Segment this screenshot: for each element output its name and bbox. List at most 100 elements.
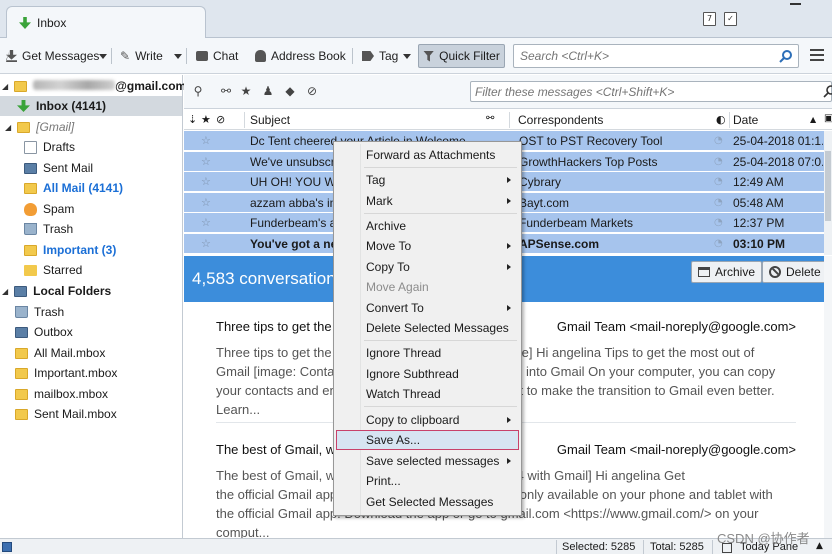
attachment-filter-icon[interactable]: ⊘ (306, 84, 318, 98)
tag-button[interactable]: Tag (362, 46, 412, 66)
collapse-icon[interactable]: ◢ (2, 287, 8, 296)
get-messages-button[interactable]: Get Messages (6, 46, 99, 66)
get-messages-dropdown-icon[interactable] (99, 46, 107, 66)
folder-all-mail[interactable]: All Mail (4141) (24, 178, 123, 198)
menu-icon[interactable] (810, 49, 824, 64)
search-input[interactable] (514, 45, 774, 67)
chat-button[interactable]: Chat (196, 46, 238, 66)
watermark-text: CSDN @协作者 (717, 531, 810, 546)
folder-gmail[interactable]: ◢ [Gmail] (5, 117, 74, 137)
collapse-icon[interactable]: ◢ (5, 123, 11, 132)
menu-item-print[interactable]: Print... (336, 471, 519, 491)
folder-important-mbox[interactable]: Important.mbox (15, 363, 117, 383)
folder-inbox[interactable]: Inbox (4141) (0, 96, 182, 116)
junk-status-icon[interactable]: ◔ (714, 156, 723, 167)
tasks-icon[interactable]: ✓ (724, 12, 737, 26)
correspondents-column-header[interactable]: Correspondents (518, 113, 603, 127)
unread-filter-icon[interactable]: ⚯ (220, 84, 232, 98)
menu-item-tag[interactable]: Tag (336, 170, 519, 190)
summary-from: Gmail Team <mail-noreply@google.com> (556, 319, 796, 334)
conversation-count: 4,583 conversations (192, 269, 345, 288)
chevron-up-icon[interactable]: ▲ (816, 541, 823, 551)
menu-item-watch-thread[interactable]: Watch Thread (336, 384, 519, 404)
junk-status-icon[interactable]: ◔ (714, 217, 723, 228)
folder-important[interactable]: Important (3) (24, 240, 116, 260)
minimize-icon[interactable] (782, 0, 810, 14)
outbox-icon (15, 326, 28, 338)
contact-filter-icon[interactable]: ♟ (262, 84, 274, 98)
selected-count: Selected: 5285 (562, 541, 636, 553)
delete-button[interactable]: Delete (762, 261, 824, 283)
total-count: Total: 5285 (650, 541, 704, 553)
star-icon[interactable]: ☆ (201, 134, 211, 147)
preview-scrollbar[interactable] (824, 256, 832, 538)
folder-drafts[interactable]: Drafts (24, 137, 75, 157)
junk-status-icon[interactable]: ◔ (714, 197, 723, 208)
menu-item-delete-selected[interactable]: Delete Selected Messages (336, 318, 519, 338)
collapse-icon[interactable]: ◢ (2, 82, 8, 91)
menu-item-save-selected[interactable]: Save selected messages (336, 451, 519, 471)
star-icon[interactable]: ☆ (201, 216, 211, 229)
write-dropdown-icon[interactable] (174, 46, 182, 66)
junk-status-icon[interactable]: ◔ (714, 238, 723, 249)
menu-item-copy-to-clipboard[interactable]: Copy to clipboard (336, 410, 519, 430)
address-book-button[interactable]: Address Book (255, 46, 346, 66)
folder-local-trash[interactable]: Trash (15, 302, 64, 322)
star-icon[interactable]: ☆ (201, 196, 211, 209)
quick-filter-button[interactable]: Quick Filter (418, 44, 505, 68)
star-icon[interactable]: ☆ (201, 175, 211, 188)
folder-starred[interactable]: Starred (24, 260, 82, 280)
archive-icon (698, 267, 710, 277)
subject-column-header[interactable]: Subject (250, 113, 290, 127)
star-column-icon[interactable]: ★ (201, 113, 211, 126)
menu-item-archive[interactable]: Archive (336, 216, 519, 236)
menu-item-mark[interactable]: Mark (336, 191, 519, 211)
menu-item-forward-as-attachments[interactable]: Forward as Attachments (336, 145, 519, 165)
read-column-icon[interactable]: ⚯ (486, 113, 494, 124)
menu-item-get-selected[interactable]: Get Selected Messages (336, 492, 519, 512)
search-icon[interactable] (823, 84, 832, 101)
quick-filter-bar: ⚲ ⚯ ★ ♟ ◆ ⊘ (184, 75, 832, 109)
star-icon[interactable]: ☆ (201, 155, 211, 168)
local-folders[interactable]: ◢ Local Folders (2, 281, 111, 301)
filter-input[interactable] (471, 82, 801, 101)
attachment-column-icon[interactable]: ⊘ (216, 113, 225, 126)
folder-sent-mail-mbox[interactable]: Sent Mail.mbox (15, 404, 117, 424)
spam-icon (24, 202, 37, 216)
sent-icon (24, 162, 37, 174)
thread-scrollbar[interactable] (824, 131, 832, 255)
folder-icon (24, 264, 37, 276)
folder-sent-mail[interactable]: Sent Mail (24, 158, 93, 178)
menu-item-ignore-subthread[interactable]: Ignore Subthread (336, 364, 519, 384)
tab-inbox[interactable]: Inbox (6, 6, 206, 39)
archive-button[interactable]: Archive (691, 261, 763, 283)
junk-status-icon[interactable]: ◔ (714, 135, 723, 146)
tag-filter-icon[interactable]: ◆ (284, 84, 296, 98)
junk-column-icon[interactable]: ◐ (716, 113, 726, 126)
star-icon[interactable]: ☆ (201, 237, 211, 250)
pin-icon[interactable]: ⚲ (192, 84, 204, 98)
folder-outbox[interactable]: Outbox (15, 322, 73, 342)
date-column-header[interactable]: Date (733, 113, 758, 127)
submenu-arrow-icon (507, 177, 511, 183)
write-button[interactable]: ✎ Write (120, 46, 163, 66)
folder-trash[interactable]: Trash (24, 219, 73, 239)
junk-status-icon[interactable]: ◔ (714, 176, 723, 187)
menu-item-save-as[interactable]: Save As... (336, 430, 519, 450)
menu-item-copy-to[interactable]: Copy To (336, 257, 519, 277)
folder-spam[interactable]: Spam (24, 199, 74, 219)
folder-mailbox-mbox[interactable]: mailbox.mbox (15, 384, 108, 404)
submenu-arrow-icon (507, 243, 511, 249)
starred-filter-icon[interactable]: ★ (240, 84, 252, 98)
folder-all-mail-mbox[interactable]: All Mail.mbox (15, 343, 105, 363)
column-picker-icon[interactable]: ▣ (824, 113, 832, 124)
thread-column-icon[interactable]: ⇣ (188, 113, 197, 126)
calendar-icon[interactable]: 7 (703, 12, 716, 26)
filter-field[interactable] (470, 81, 832, 102)
menu-item-convert-to[interactable]: Convert To (336, 298, 519, 318)
search-field[interactable] (513, 44, 799, 68)
menu-item-move-to[interactable]: Move To (336, 236, 519, 256)
search-icon[interactable] (779, 49, 793, 66)
account-item[interactable]: ◢ @gmail.com (2, 76, 186, 96)
menu-item-ignore-thread[interactable]: Ignore Thread (336, 343, 519, 363)
